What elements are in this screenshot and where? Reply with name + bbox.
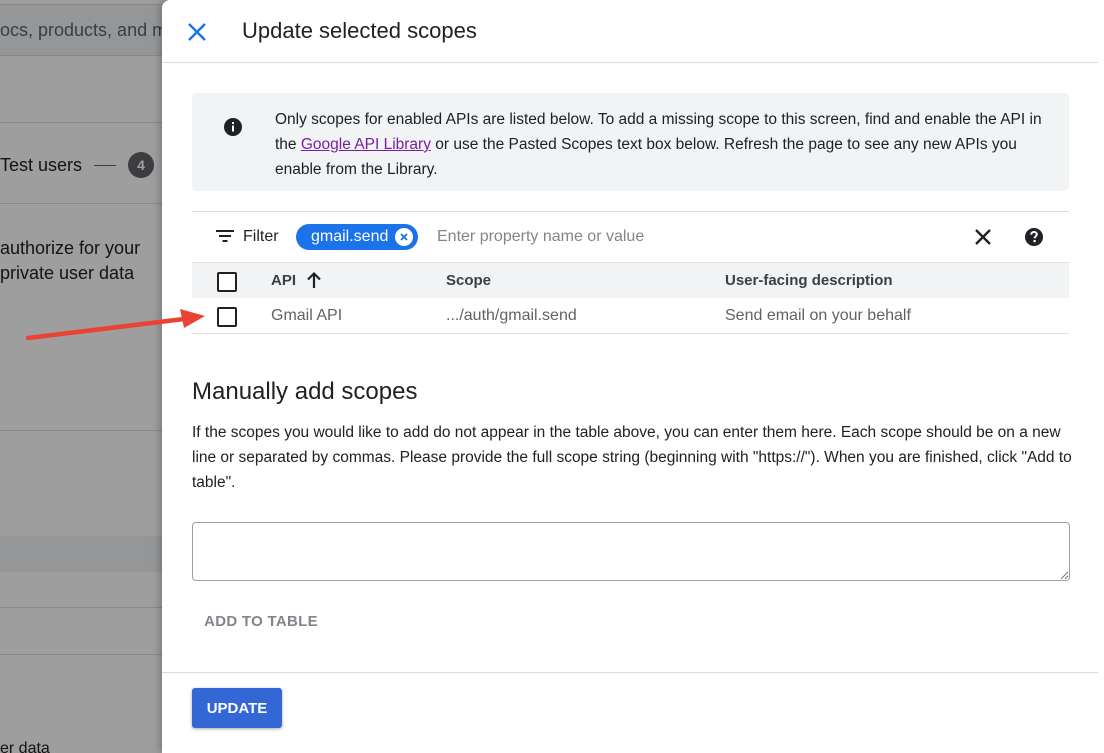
table-row[interactable]: Gmail API .../auth/gmail.send Send email… [192, 298, 1069, 334]
info-text: Only scopes for enabled APIs are listed … [275, 107, 1045, 182]
footer-divider [162, 672, 1098, 673]
cell-description: Send email on your behalf [725, 307, 911, 324]
filter-label: Filter [243, 228, 279, 245]
help-icon[interactable] [1024, 227, 1044, 247]
modal-scrim[interactable] [0, 0, 162, 753]
filter-chip-label: gmail.send [311, 228, 389, 245]
close-button[interactable] [182, 17, 212, 47]
column-header-api[interactable]: API [271, 272, 296, 289]
table-header-row: API Scope User-facing description [192, 262, 1069, 298]
manual-scopes-title: Manually add scopes [192, 378, 418, 405]
add-to-table-button[interactable]: ADD TO TABLE [192, 603, 330, 639]
manual-scopes-textarea[interactable] [192, 522, 1070, 581]
google-api-library-link[interactable]: Google API Library [301, 136, 431, 153]
select-all-checkbox[interactable] [217, 272, 237, 292]
update-button[interactable]: UPDATE [192, 688, 282, 728]
column-header-description[interactable]: User-facing description [725, 272, 893, 289]
panel-title: Update selected scopes [242, 18, 477, 43]
annotation-arrow-icon [25, 309, 205, 341]
column-header-scope[interactable]: Scope [446, 272, 491, 289]
update-scopes-panel: Update selected scopes Only scopes for e… [162, 0, 1104, 753]
filter-icon [216, 230, 234, 242]
info-icon [224, 118, 242, 136]
filter-bar: Filter gmail.send [192, 211, 1069, 263]
chip-remove-button[interactable] [395, 228, 414, 246]
scopes-table: API Scope User-facing description Gmail … [192, 262, 1069, 334]
info-banner: Only scopes for enabled APIs are listed … [192, 93, 1069, 191]
manual-scopes-description: If the scopes you would like to add do n… [192, 424, 1072, 491]
filter-input[interactable] [437, 225, 937, 249]
background-page: ocs, products, and m Test users 4 author… [0, 0, 162, 753]
close-icon [400, 233, 409, 241]
sort-ascending-icon[interactable] [306, 271, 322, 289]
close-icon [188, 23, 206, 41]
cell-scope: .../auth/gmail.send [446, 307, 577, 324]
filter-chip[interactable]: gmail.send [296, 224, 419, 250]
clear-filter-icon[interactable] [974, 228, 992, 246]
cell-api: Gmail API [271, 307, 343, 324]
row-checkbox[interactable] [217, 307, 237, 327]
panel-header: Update selected scopes [162, 0, 1098, 63]
